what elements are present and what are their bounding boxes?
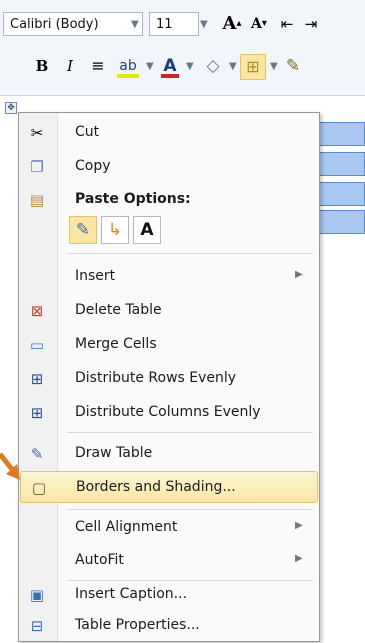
paste-text-only-button[interactable]: A [133, 216, 161, 244]
paste-keep-formatting-button[interactable]: ✎ [69, 216, 97, 244]
highlight-dropdown-icon[interactable]: ▼ [146, 61, 154, 72]
menu-separator [67, 253, 313, 254]
menu-item-label: Copy [75, 158, 111, 174]
scissors-icon: ✂ [30, 124, 44, 142]
menu-item-label: Draw Table [75, 445, 153, 461]
draw-table-icon: ✎ [30, 445, 44, 463]
highlight-swatch [117, 74, 139, 78]
menu-item-cell-alignment[interactable]: Cell Alignment ▶ [19, 511, 319, 545]
distribute-columns-icon: ⊞ [30, 404, 44, 422]
menu-item-cut[interactable]: ✂ Cut [19, 116, 319, 150]
font-size-dropdown-icon[interactable]: ▼ [200, 19, 208, 30]
font-name-value: Calibri (Body) [10, 17, 99, 32]
menu-item-label: Insert Caption... [75, 586, 188, 602]
italic-button[interactable]: I [60, 54, 80, 78]
menu-item-label: AutoFit [75, 552, 124, 568]
paste-merge-formatting-button[interactable]: ↳ [101, 216, 129, 244]
submenu-arrow-icon: ▶ [295, 269, 303, 280]
context-menu: ✂ Cut ❐ Copy ▤ Paste Options: ✎ ↳ A Inse… [18, 112, 320, 642]
font-name-box[interactable]: Calibri (Body) [3, 12, 143, 36]
delete-table-icon: ⊠ [30, 302, 44, 320]
menu-item-insert[interactable]: Insert ▶ [19, 260, 319, 294]
font-size-box[interactable]: 11 [149, 12, 199, 36]
font-color-swatch [161, 74, 179, 78]
menu-item-autofit[interactable]: AutoFit ▶ [19, 544, 319, 578]
menu-item-label: Borders and Shading... [76, 479, 236, 495]
font-color-icon[interactable]: A [158, 54, 182, 78]
menu-item-label: Delete Table [75, 302, 162, 318]
paste-options-heading: Paste Options: [75, 191, 191, 207]
menu-item-distribute-rows[interactable]: ⊞ Distribute Rows Evenly [19, 362, 319, 396]
menu-item-draw-table[interactable]: ✎ Draw Table [19, 437, 319, 471]
menu-separator [67, 509, 313, 510]
menu-item-label: Cell Alignment [75, 519, 178, 535]
menu-separator [67, 432, 313, 433]
font-color-dropdown-icon[interactable]: ▼ [186, 61, 194, 72]
menu-item-label: Merge Cells [75, 336, 157, 352]
submenu-arrow-icon: ▶ [295, 553, 303, 564]
menu-item-paste-options: ▤ Paste Options: [19, 183, 319, 217]
menu-item-label: Cut [75, 124, 100, 140]
increase-indent-icon[interactable]: ⇥ [300, 12, 322, 36]
distribute-rows-icon: ⊞ [30, 370, 44, 388]
menu-item-distribute-columns[interactable]: ⊞ Distribute Columns Evenly [19, 396, 319, 430]
grow-font-caret-icon: ▴ [236, 18, 242, 29]
menu-item-insert-caption[interactable]: ▣ Insert Caption... [19, 578, 319, 612]
borders-shading-icon: ▢ [31, 479, 47, 497]
shrink-font-button[interactable]: A▾ [248, 12, 270, 36]
borders-dropdown-icon[interactable]: ▼ [270, 61, 278, 72]
font-size-value: 11 [156, 17, 173, 32]
grow-font-button[interactable]: A▴ [220, 12, 244, 36]
menu-item-label: Table Properties... [75, 617, 200, 633]
mini-toolbar: Calibri (Body) ▼ 11 ▼ A▴ A▾ ⇤ ⇥ B I ≡ ab… [0, 0, 365, 96]
shading-dropdown-icon[interactable]: ▼ [229, 61, 237, 72]
menu-item-delete-table[interactable]: ⊠ Delete Table [19, 294, 319, 328]
submenu-arrow-icon: ▶ [295, 520, 303, 531]
italic-label: I [67, 57, 73, 75]
table-properties-icon: ⊟ [30, 617, 44, 635]
table-move-handle-icon[interactable]: ✥ [5, 102, 17, 114]
borders-icon[interactable]: ⊞ [240, 54, 266, 80]
clipboard-icon: ▤ [29, 191, 45, 209]
shading-icon[interactable]: ◇ [200, 54, 226, 78]
font-name-dropdown-icon[interactable]: ▼ [131, 19, 139, 30]
menu-item-merge-cells[interactable]: ▭ Merge Cells [19, 328, 319, 362]
shrink-font-caret-icon: ▾ [261, 18, 267, 29]
bold-label: B [35, 57, 49, 75]
menu-item-label: Insert [75, 268, 116, 284]
highlight-color-icon[interactable]: ab [114, 54, 142, 78]
menu-item-table-properties[interactable]: ⊟ Table Properties... [19, 609, 319, 643]
center-align-icon[interactable]: ≡ [86, 54, 110, 78]
insert-caption-icon: ▣ [29, 586, 45, 604]
decrease-indent-icon[interactable]: ⇤ [276, 12, 298, 36]
grow-font-label: A [222, 13, 237, 34]
menu-item-label: Distribute Rows Evenly [75, 370, 237, 386]
paste-text-only-label: A [140, 220, 154, 240]
menu-item-copy[interactable]: ❐ Copy [19, 150, 319, 184]
menu-item-label: Distribute Columns Evenly [75, 404, 261, 420]
format-painter-icon[interactable]: ✎ [280, 54, 306, 78]
orange-arrow-icon [0, 452, 20, 480]
shrink-font-label: A [251, 16, 262, 32]
menu-item-borders-shading[interactable]: ▢ Borders and Shading... [20, 471, 318, 503]
merge-cells-icon: ▭ [29, 336, 45, 354]
bold-button[interactable]: B [32, 54, 52, 78]
copy-icon: ❐ [30, 158, 44, 176]
